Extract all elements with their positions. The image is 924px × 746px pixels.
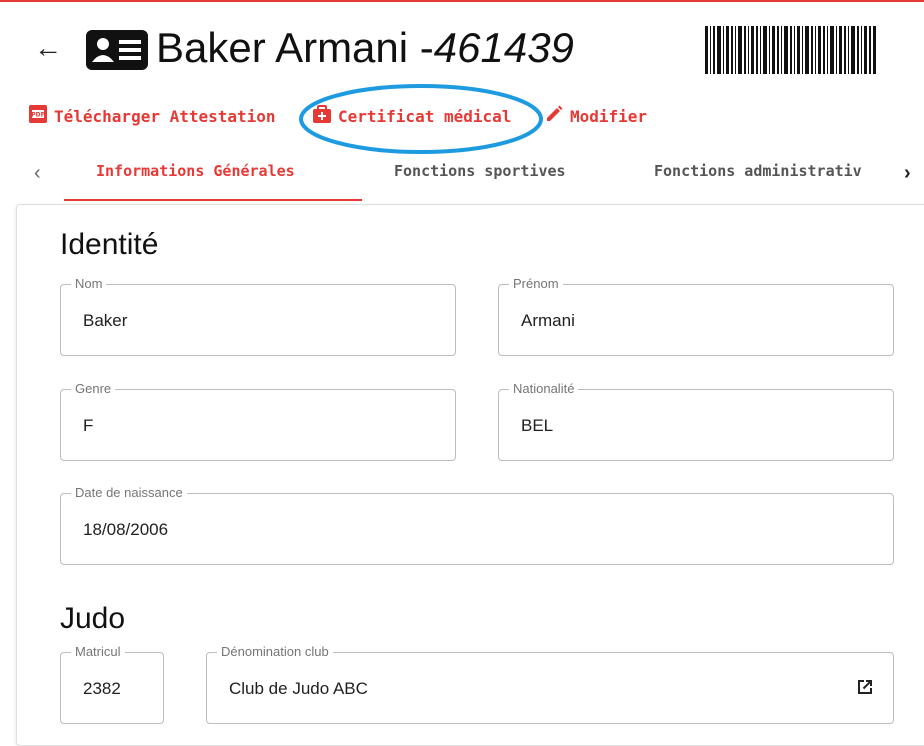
tab-fonctions-sportives[interactable]: Fonctions sportives [394, 162, 566, 180]
pencil-icon [544, 104, 564, 128]
nom-value: Baker [83, 311, 128, 330]
page-title: Baker Armani -461439 [156, 22, 574, 74]
svg-text:PDF: PDF [31, 112, 44, 119]
matricule-field[interactable]: Matricul 2382 [60, 644, 164, 724]
barcode-icon [705, 26, 877, 79]
download-attestation-label: Télécharger Attestation [54, 106, 276, 126]
back-arrow-icon[interactable]: ← [34, 28, 62, 68]
tab-informations-generales[interactable]: Informations Générales [96, 162, 295, 180]
download-attestation-button[interactable]: PDF Télécharger Attestation [28, 104, 276, 128]
prenom-value: Armani [521, 311, 575, 330]
open-in-new-icon[interactable] [855, 677, 875, 702]
tabs-scroll-left-icon[interactable]: ‹ [34, 162, 41, 185]
title-separator: - [408, 24, 434, 71]
club-field[interactable]: Dénomination club Club de Judo ABC [206, 644, 894, 724]
member-number: 461439 [433, 24, 574, 71]
prenom-field[interactable]: Prénom Armani [498, 276, 894, 356]
genre-field[interactable]: Genre F [60, 381, 456, 461]
tab-fonctions-administratives[interactable]: Fonctions administrativ [654, 162, 862, 180]
nationalite-field[interactable]: Nationalité BEL [498, 381, 894, 461]
edit-button[interactable]: Modifier [544, 104, 647, 128]
identity-section-title: Identité [60, 228, 159, 261]
active-tab-indicator [64, 199, 362, 201]
tabs-scroll-right-icon[interactable]: › [904, 162, 911, 185]
nationalite-value: BEL [521, 416, 554, 435]
genre-label: Genre [71, 381, 116, 396]
judo-section-title: Judo [60, 602, 126, 635]
pdf-icon: PDF [28, 104, 48, 128]
date-naissance-label: Date de naissance [71, 485, 187, 500]
club-label: Dénomination club [217, 644, 333, 659]
date-naissance-field[interactable]: Date de naissance 18/08/2006 [60, 485, 894, 565]
tab-bar: ‹ Informations Générales Fonctions sport… [0, 150, 924, 202]
top-accent-line [0, 0, 924, 2]
nationalite-label: Nationalité [509, 381, 579, 396]
member-name: Baker Armani [156, 24, 409, 71]
page-header: ← Baker Armani -461439 [0, 18, 924, 78]
prenom-label: Prénom [509, 276, 563, 291]
nom-label: Nom [71, 276, 107, 291]
id-card-icon [86, 30, 148, 75]
matricule-label: Matricul [71, 644, 125, 659]
nom-field[interactable]: Nom Baker [60, 276, 456, 356]
club-value: Club de Judo ABC [229, 679, 368, 698]
matricule-value: 2382 [83, 679, 121, 698]
genre-value: F [83, 416, 94, 435]
date-naissance-value: 18/08/2006 [83, 520, 169, 539]
edit-label: Modifier [570, 106, 648, 126]
